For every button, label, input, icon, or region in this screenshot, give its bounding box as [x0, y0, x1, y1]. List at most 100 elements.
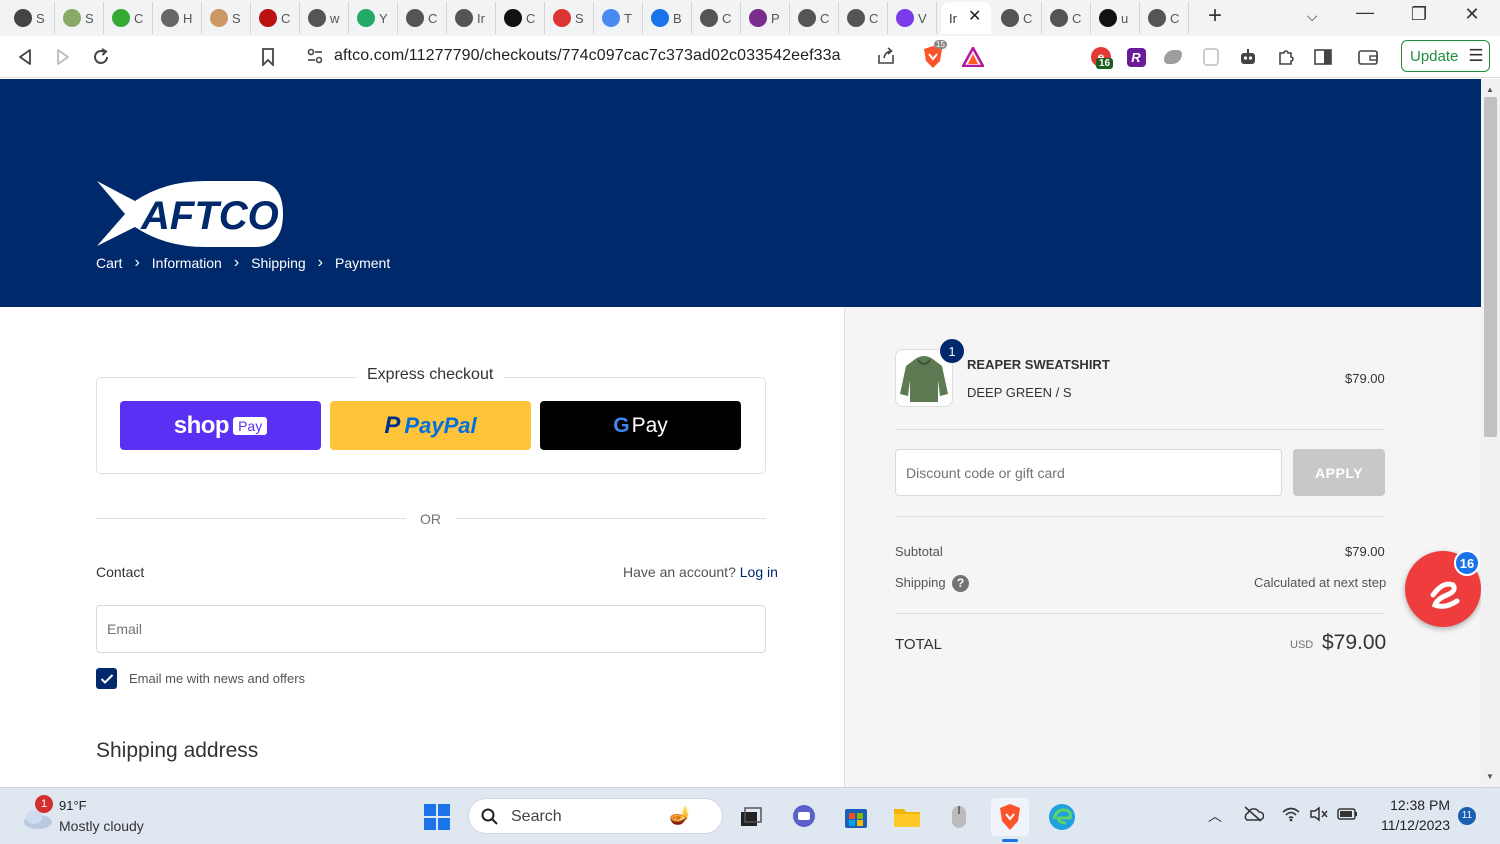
tab-favicon-icon — [357, 9, 375, 27]
address-bar[interactable]: aftco.com/11277790/checkouts/774c097cac7… — [296, 41, 910, 73]
subtotal-value: $79.00 — [1345, 544, 1385, 559]
brave-shields-icon[interactable]: 15 — [920, 40, 947, 70]
news-offers-checkbox[interactable] — [96, 668, 117, 689]
browser-tab[interactable]: C — [398, 2, 447, 34]
browser-tab[interactable]: C — [1140, 2, 1189, 34]
page-scrollbar[interactable]: ▲ ▼ — [1481, 79, 1500, 787]
news-offers-label[interactable]: Email me with news and offers — [129, 671, 305, 686]
browser-tab[interactable]: S — [202, 2, 251, 34]
clock-date[interactable]: 11/12/2023 — [1368, 817, 1450, 833]
browser-tab[interactable]: Y — [349, 2, 398, 34]
browser-tab[interactable]: C — [692, 2, 741, 34]
extension-gray-icon[interactable] — [1198, 44, 1224, 70]
shop-pay-button[interactable]: shop Pay — [120, 401, 321, 450]
new-tab-button[interactable]: + — [1195, 2, 1235, 30]
google-pay-button[interactable]: G Pay — [540, 401, 741, 450]
minimize-button[interactable]: — — [1345, 2, 1385, 23]
browser-tab[interactable]: C — [496, 2, 545, 34]
extensions-puzzle-icon[interactable] — [1273, 44, 1299, 70]
extension-robot-icon[interactable] — [1235, 44, 1261, 70]
update-button[interactable]: Update ☰ — [1401, 40, 1490, 72]
tab-favicon-icon — [161, 9, 179, 27]
tab-active[interactable]: Ir — [941, 2, 991, 34]
browser-tab[interactable]: P — [741, 2, 790, 34]
tab-label: S — [232, 10, 241, 26]
tab-label: P — [771, 10, 780, 26]
site-settings-icon[interactable] — [306, 47, 324, 70]
wifi-icon[interactable] — [1281, 806, 1301, 827]
browser-tab[interactable]: C — [104, 2, 153, 34]
mouse-app-icon[interactable] — [940, 798, 978, 836]
extension-grammar-icon[interactable]: e 16 — [1088, 44, 1114, 70]
file-explorer-icon[interactable] — [888, 798, 926, 836]
battery-icon[interactable] — [1337, 807, 1359, 826]
tab-favicon-icon — [63, 9, 81, 27]
bookmark-icon[interactable] — [255, 44, 281, 70]
tab-favicon-icon — [896, 9, 914, 27]
tab-search-chevron-icon[interactable]: ⌵ — [1292, 8, 1332, 25]
brave-taskbar-icon[interactable] — [991, 798, 1029, 836]
browser-tab[interactable]: C — [839, 2, 888, 34]
browser-tab[interactable]: Ir — [447, 2, 496, 34]
browser-tab[interactable]: u — [1091, 2, 1140, 34]
teams-chat-icon[interactable] — [785, 798, 823, 836]
browser-tab[interactable]: V — [888, 2, 937, 34]
browser-tab[interactable]: C — [993, 2, 1042, 34]
extension-bird-icon[interactable] — [1160, 44, 1186, 70]
extension-r-icon[interactable]: R — [1123, 44, 1149, 70]
breadcrumb-information[interactable]: Information — [152, 255, 222, 271]
start-button[interactable] — [418, 798, 456, 836]
breadcrumb-payment[interactable]: Payment — [335, 255, 390, 271]
browser-tab[interactable]: S — [6, 2, 55, 34]
discount-code-input[interactable] — [895, 449, 1282, 496]
scroll-down-icon[interactable]: ▼ — [1486, 772, 1494, 781]
tab-strip: S S C H S Cw Y C Ir C S T B C P C C V C Cu C — [0, 0, 1500, 36]
tab-favicon-icon — [1050, 9, 1068, 27]
help-icon[interactable]: ? — [952, 575, 969, 592]
browser-tab[interactable]: S — [55, 2, 104, 34]
aftco-logo[interactable]: AFTCO — [95, 179, 285, 254]
task-view-icon[interactable] — [732, 798, 770, 836]
tab-favicon-icon — [14, 9, 32, 27]
search-highlight-icon: 🪔 — [669, 805, 692, 825]
browser-tab[interactable]: C — [251, 2, 300, 34]
browser-tab[interactable]: S — [545, 2, 594, 34]
brave-rewards-icon[interactable] — [960, 44, 986, 70]
volume-muted-icon[interactable] — [1309, 806, 1329, 827]
forward-icon[interactable] — [50, 44, 76, 70]
store-icon[interactable] — [837, 798, 875, 836]
taskbar-search[interactable]: Search 🪔 — [468, 798, 723, 834]
browser-tab[interactable]: B — [643, 2, 692, 34]
breadcrumb-cart[interactable]: Cart — [96, 255, 122, 271]
close-tab-icon[interactable]: ✕ — [968, 6, 981, 26]
reload-icon[interactable] — [88, 44, 114, 70]
show-hidden-icons-chevron-icon[interactable]: ︿ — [1208, 806, 1222, 826]
browser-tab[interactable]: C — [790, 2, 839, 34]
login-link[interactable]: Log in — [740, 564, 778, 580]
scroll-up-icon[interactable]: ▲ — [1486, 85, 1494, 94]
scroll-thumb[interactable] — [1484, 97, 1497, 437]
share-icon[interactable] — [876, 47, 896, 70]
onedrive-icon[interactable] — [1242, 806, 1265, 827]
browser-tab[interactable]: C — [1042, 2, 1091, 34]
paypal-button[interactable]: P PayPal — [330, 401, 531, 450]
tab-label: C — [869, 10, 879, 26]
clock-time[interactable]: 12:38 PM — [1376, 797, 1450, 813]
browser-tab[interactable]: T — [594, 2, 643, 34]
edge-icon[interactable] — [1043, 798, 1081, 836]
wallet-icon[interactable] — [1355, 44, 1381, 70]
restore-button[interactable]: ❐ — [1399, 4, 1439, 25]
weather-condition[interactable]: Mostly cloudy — [59, 818, 144, 834]
notification-count-badge[interactable]: 11 — [1458, 807, 1476, 825]
chevron-right-icon: › — [317, 254, 323, 271]
weather-temp[interactable]: 91°F — [59, 798, 87, 813]
browser-tab[interactable]: H — [153, 2, 202, 34]
close-window-button[interactable]: ✕ — [1452, 4, 1492, 25]
tab-favicon-icon — [847, 9, 865, 27]
breadcrumb-shipping[interactable]: Shipping — [251, 255, 306, 271]
browser-tab[interactable]: w — [300, 2, 349, 34]
email-field[interactable] — [96, 605, 766, 653]
back-icon[interactable] — [12, 44, 38, 70]
sidebar-toggle-icon[interactable] — [1310, 44, 1336, 70]
apply-discount-button[interactable]: APPLY — [1293, 449, 1385, 496]
